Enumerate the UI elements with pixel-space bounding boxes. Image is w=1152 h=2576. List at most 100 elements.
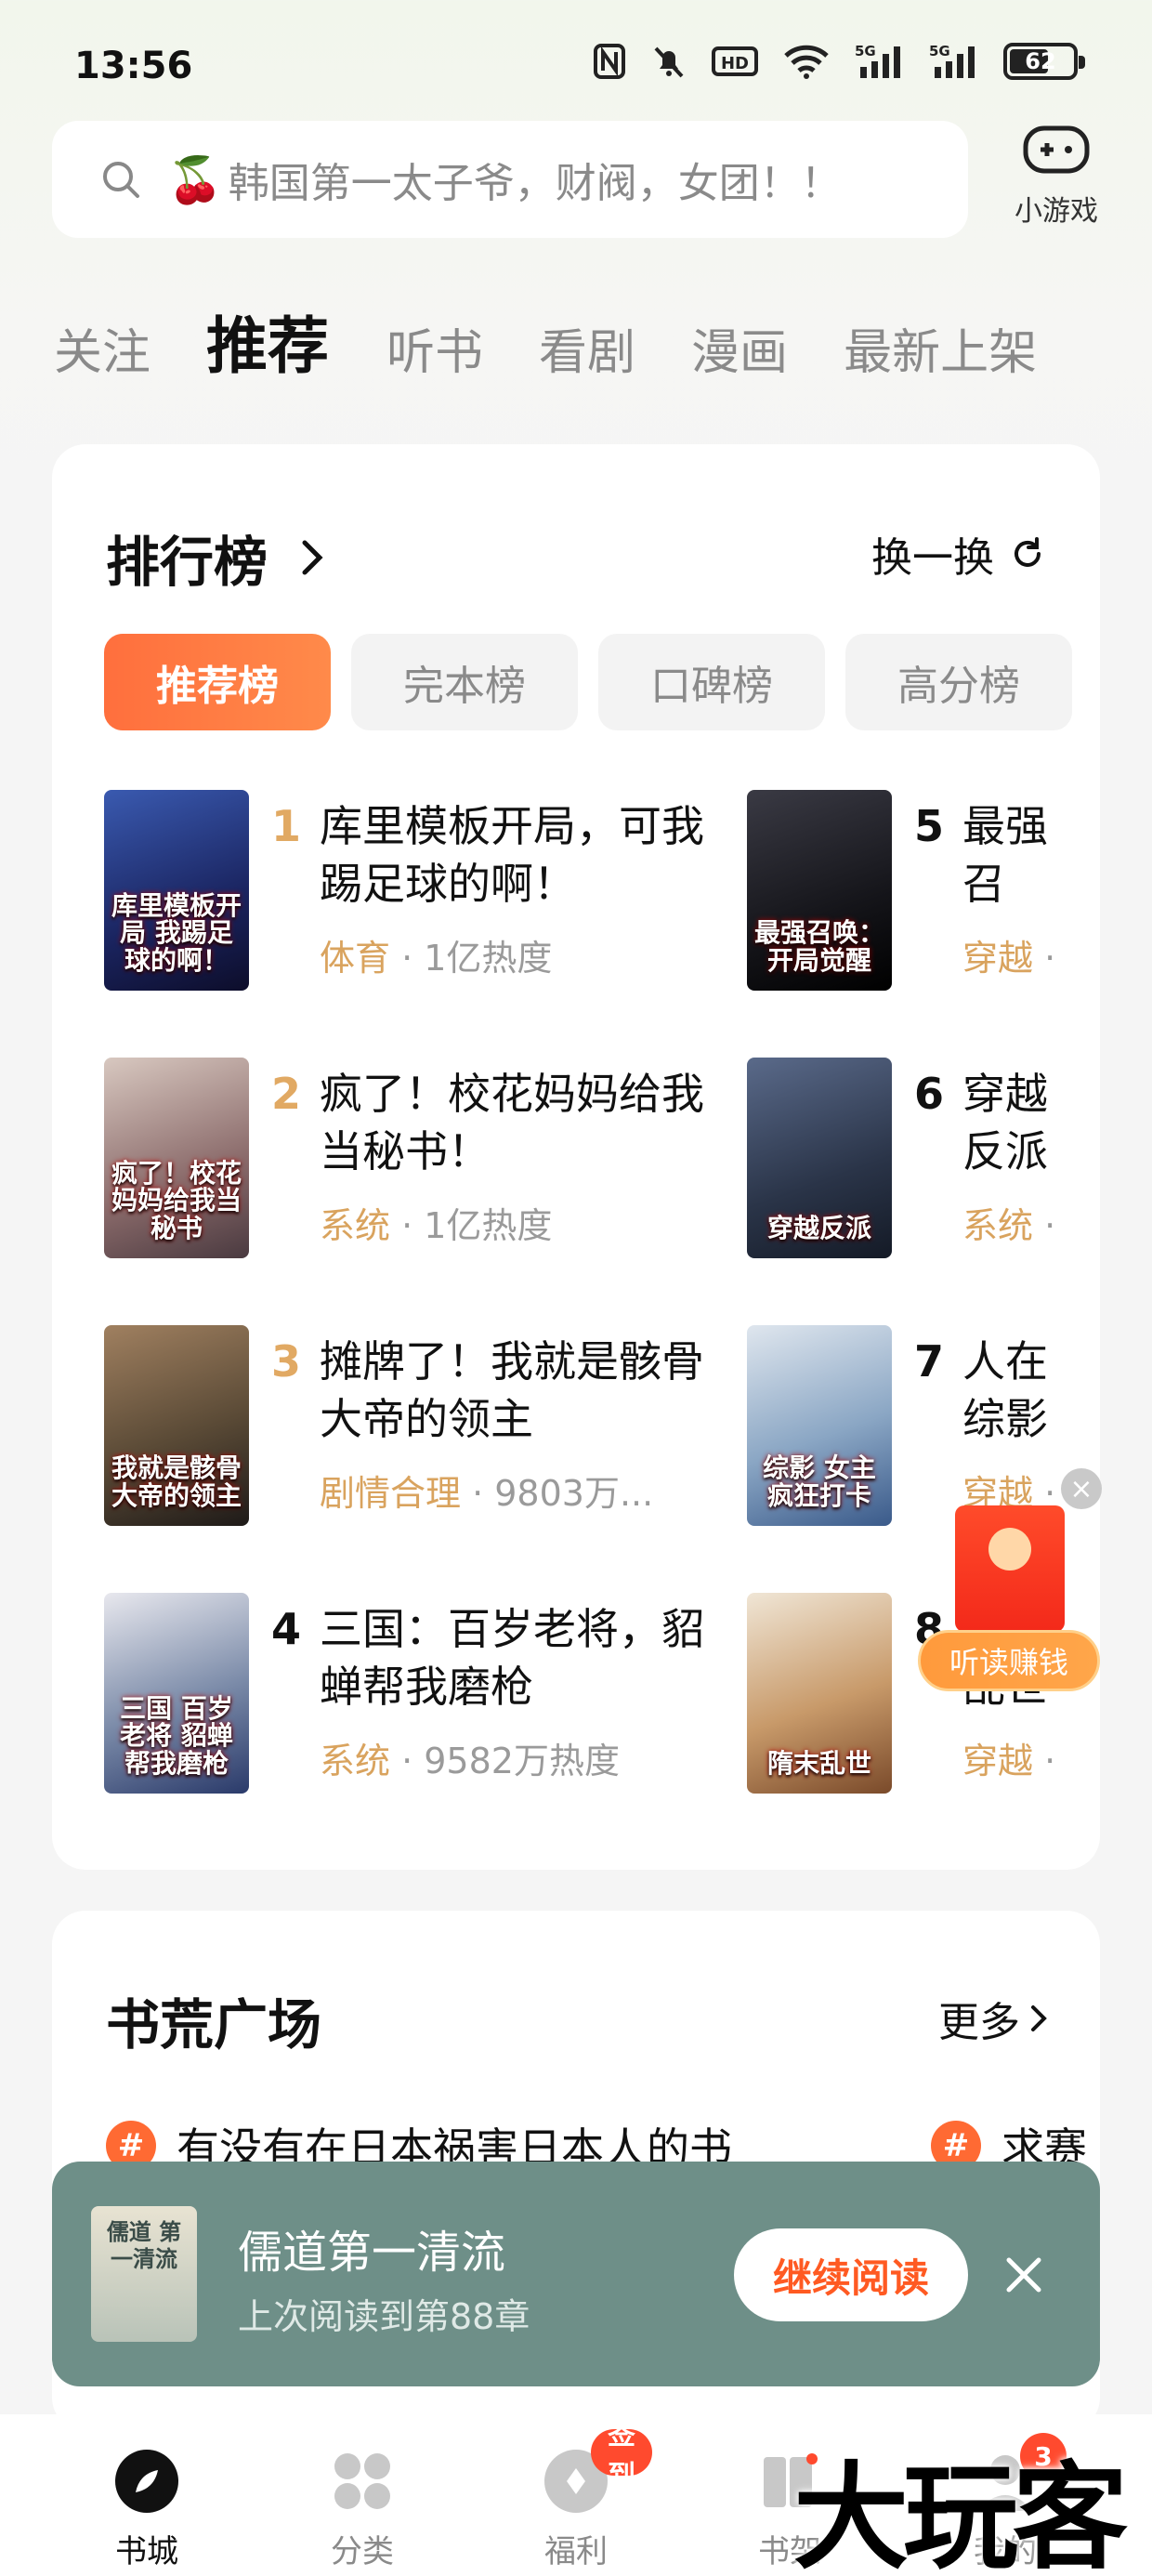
top-tabs: 关注 推荐 听书 看剧 漫画 最新上架	[54, 316, 1037, 378]
pill-recommend[interactable]: 推荐榜	[104, 634, 331, 730]
status-time: 13:56	[74, 45, 193, 87]
tab-audiobook[interactable]: 听书	[386, 329, 483, 377]
svg-text:5G: 5G	[855, 43, 876, 59]
nav-bookstore[interactable]: 书城	[72, 2448, 221, 2571]
refresh-icon	[1015, 537, 1041, 567]
pill-high-score[interactable]: 高分榜	[845, 634, 1072, 730]
refresh-button[interactable]: 换一换	[871, 524, 1046, 584]
book-meta: 穿越 ·	[962, 1732, 1055, 1783]
book-item-3[interactable]: 我就是骸骨大帝的领主 3 摊牌了！我就是骸骨大帝的领主 剧情合理 · 9803万…	[104, 1325, 704, 1530]
tab-follow[interactable]: 关注	[54, 329, 151, 377]
tab-drama[interactable]: 看剧	[539, 329, 635, 377]
book-title: 疯了！校花妈妈给我当秘书！	[320, 1069, 704, 1176]
continue-reading-bar[interactable]: 儒道 第一清流 儒道第一清流 上次阅读到第88章 继续阅读	[52, 2162, 1100, 2386]
chevron-right-icon	[1031, 2005, 1047, 2031]
plaza-more-label: 更多	[938, 1999, 1020, 2046]
rank-number: 1	[271, 801, 302, 851]
book-heat: ·	[1033, 1741, 1056, 1781]
nav-label: 分类	[331, 2533, 394, 2570]
rank-number: 5	[914, 801, 945, 851]
signal-5g-icon-2: 5G	[929, 43, 975, 78]
book-item-4[interactable]: 三国 百岁老将 貂蝉帮我磨枪 4 三国：百岁老将，貂蝉帮我磨枪 系统 · 958…	[104, 1593, 704, 1797]
mini-game-label: 小游戏	[1015, 195, 1098, 228]
continue-progress: 上次阅读到第88章	[238, 2296, 530, 2337]
book-heat: · 9803万...	[461, 1473, 654, 1514]
svg-text:HD: HD	[721, 54, 749, 73]
ranking-title: 排行榜	[106, 531, 268, 594]
close-icon[interactable]: ×	[1061, 1468, 1102, 1509]
book-heat: ·	[1033, 1205, 1056, 1246]
status-icons: HD 5G 5G 62	[593, 43, 1085, 80]
close-icon[interactable]	[998, 2249, 1050, 2301]
listen-earn-float[interactable]: × 听读赚钱	[918, 1465, 1104, 1691]
compass-icon	[115, 2450, 178, 2513]
nav-label: 书城	[115, 2533, 178, 2570]
book-meta: 系统 · 1亿热度	[320, 1197, 552, 1248]
book-heat: ·	[1033, 938, 1056, 979]
book-heat: · 1亿热度	[390, 1205, 553, 1246]
nav-label: 福利	[544, 2533, 608, 2570]
tab-comics[interactable]: 漫画	[691, 329, 788, 377]
book-meta: 体育 · 1亿热度	[320, 929, 552, 980]
book-item-1[interactable]: 库里模板开局 我踢足球的啊！ 1 库里模板开局，可我踢足球的啊！ 体育 · 1亿…	[104, 790, 704, 994]
gamepad-icon	[1023, 125, 1090, 174]
search-placeholder: 韩国第一太子爷，财阀，女团！！	[228, 160, 842, 207]
book-title: 最强召唤：开局觉醒蓝色	[962, 801, 1048, 909]
hd-icon: HD	[712, 46, 758, 76]
continue-book-title: 儒道第一清流	[238, 2227, 506, 2279]
book-title: 库里模板开局，可我踢足球的啊！	[320, 801, 704, 909]
checkin-badge: 签到	[591, 2419, 652, 2492]
wifi-icon	[784, 45, 829, 79]
tab-recommend[interactable]: 推荐	[206, 316, 329, 377]
book-cover: 最强召唤：开局觉醒	[747, 790, 892, 991]
category-grid-icon	[334, 2453, 390, 2509]
status-bar: 13:56 HD 5G 5G 62	[0, 0, 1152, 121]
nav-category[interactable]: 分类	[288, 2448, 437, 2571]
red-packet-icon	[955, 1505, 1065, 1632]
book-item-6[interactable]: 穿越反派 6 穿越反派徒，卟 系统 ·	[747, 1058, 1100, 1262]
book-tag: 穿越	[962, 938, 1034, 979]
book-tag: 穿越	[962, 1741, 1034, 1781]
mute-bell-icon	[654, 46, 684, 78]
book-heat: · 9582万热度	[390, 1741, 620, 1781]
battery-level: 62	[1025, 48, 1056, 74]
book-tag: 系统	[320, 1205, 391, 1246]
book-heat: · 1亿热度	[390, 938, 553, 979]
ranking-title-link[interactable]: 排行榜	[106, 519, 325, 597]
cherry-icon: 🍒	[167, 153, 223, 206]
book-cover: 隋末乱世	[747, 1593, 892, 1794]
search-icon	[103, 162, 139, 198]
book-cover: 综影 女主疯狂打卡	[747, 1325, 892, 1526]
book-meta: 剧情合理 · 9803万...	[320, 1465, 653, 1516]
rank-number: 3	[271, 1336, 302, 1387]
pill-completed[interactable]: 完本榜	[351, 634, 578, 730]
book-title: 摊牌了！我就是骸骨大帝的领主	[320, 1336, 704, 1444]
book-item-2[interactable]: 疯了！校花妈妈给我当秘书 2 疯了！校花妈妈给我当秘书！ 系统 · 1亿热度	[104, 1058, 704, 1262]
book-meta: 穿越 ·	[962, 929, 1055, 980]
refresh-label: 换一换	[871, 534, 994, 582]
rank-number: 7	[914, 1336, 945, 1387]
svg-text:5G: 5G	[929, 43, 950, 59]
nav-welfare[interactable]: 签到 福利	[502, 2419, 652, 2571]
watermark-text: 大玩客	[793, 2451, 1128, 2576]
chevron-right-icon	[302, 540, 323, 575]
book-cover: 三国 百岁老将 貂蝉帮我磨枪	[104, 1593, 249, 1794]
continue-book-cover: 儒道 第一清流	[91, 2206, 197, 2342]
ranking-pills: 推荐榜 完本榜 口碑榜 高分榜	[104, 634, 1072, 730]
plaza-more-link[interactable]: 更多	[938, 1989, 1048, 2048]
book-title: 穿越反派徒，卟	[962, 1069, 1048, 1176]
book-title: 三国：百岁老将，貂蝉帮我磨枪	[320, 1604, 704, 1712]
continue-reading-button[interactable]: 继续阅读	[734, 2228, 968, 2321]
tab-new-releases[interactable]: 最新上架	[844, 329, 1037, 377]
book-item-5[interactable]: 最强召唤：开局觉醒 5 最强召唤：开局觉醒蓝色 穿越 ·	[747, 790, 1100, 994]
rank-number: 6	[914, 1069, 945, 1119]
rank-number: 4	[271, 1604, 302, 1654]
listen-earn-label: 听读赚钱	[918, 1630, 1100, 1691]
pill-reputation[interactable]: 口碑榜	[598, 634, 825, 730]
nfc-icon	[594, 44, 625, 79]
book-meta: 系统 ·	[962, 1197, 1055, 1248]
mini-game-button[interactable]: 小游戏	[996, 121, 1117, 229]
book-tag: 剧情合理	[320, 1473, 462, 1514]
search-bar[interactable]: 🍒 韩国第一太子爷，财阀，女团！！	[52, 121, 968, 238]
battery-icon: 62	[1003, 43, 1085, 80]
